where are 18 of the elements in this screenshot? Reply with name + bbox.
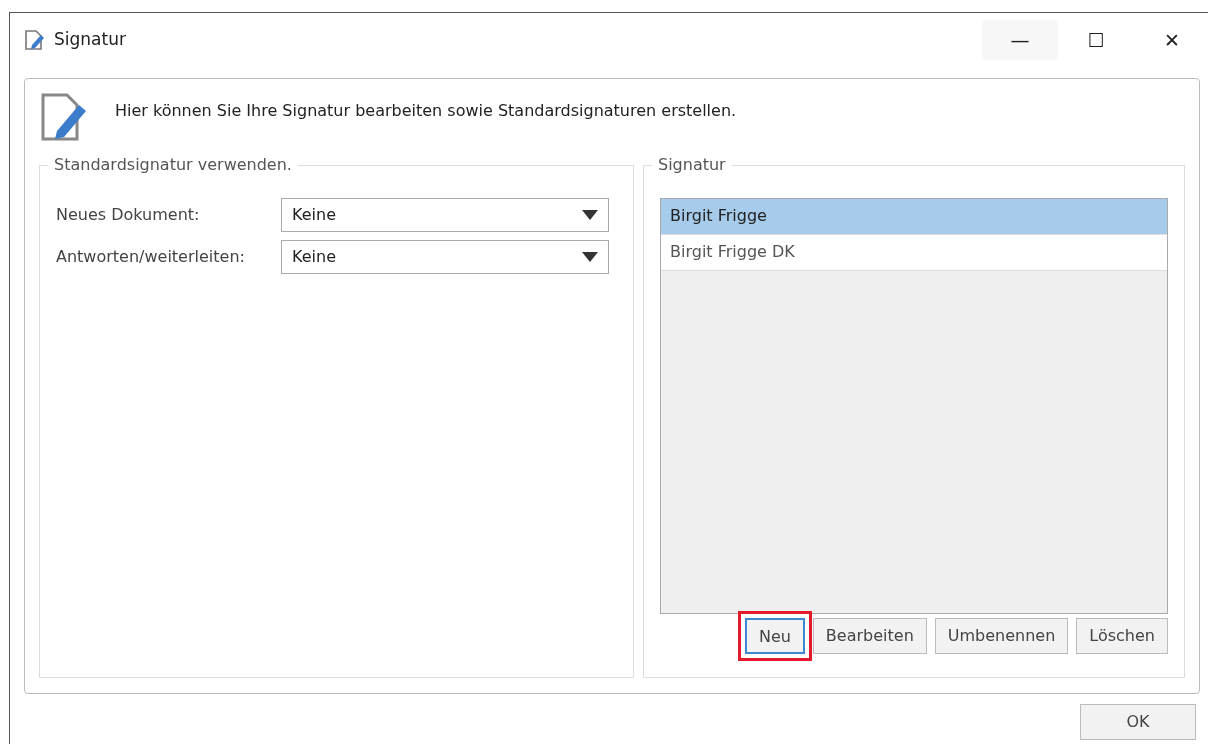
field-label: Neues Dokument: [56, 204, 201, 226]
field-label: Antworten/weiterleiten: [56, 246, 246, 268]
edit-document-icon [24, 29, 46, 51]
dropdown[interactable]: Keine [281, 198, 609, 232]
maximize-button[interactable]: ☐ [1058, 20, 1134, 60]
list-item[interactable]: Birgit Frigge DK [661, 235, 1167, 271]
dropdown-arrow-icon [582, 252, 598, 262]
window-title: Signatur [54, 28, 126, 52]
ok-button[interactable]: OK [1080, 704, 1196, 740]
action-button[interactable]: Umbenennen [934, 618, 1069, 654]
minimize-button[interactable]: — [982, 20, 1058, 60]
intro-text: Hier können Sie Ihre Signatur bearbeiten sowie Standardsignaturen erstellen. [115, 100, 737, 122]
close-button[interactable]: ✕ [1134, 20, 1208, 60]
dropdown-arrow-icon [582, 210, 598, 220]
list-item[interactable]: Birgit Frigge [661, 199, 1167, 235]
action-button[interactable]: Löschen [1076, 618, 1168, 654]
dropdown[interactable]: Keine [281, 240, 609, 274]
action-button[interactable]: Bearbeiten [812, 618, 927, 654]
